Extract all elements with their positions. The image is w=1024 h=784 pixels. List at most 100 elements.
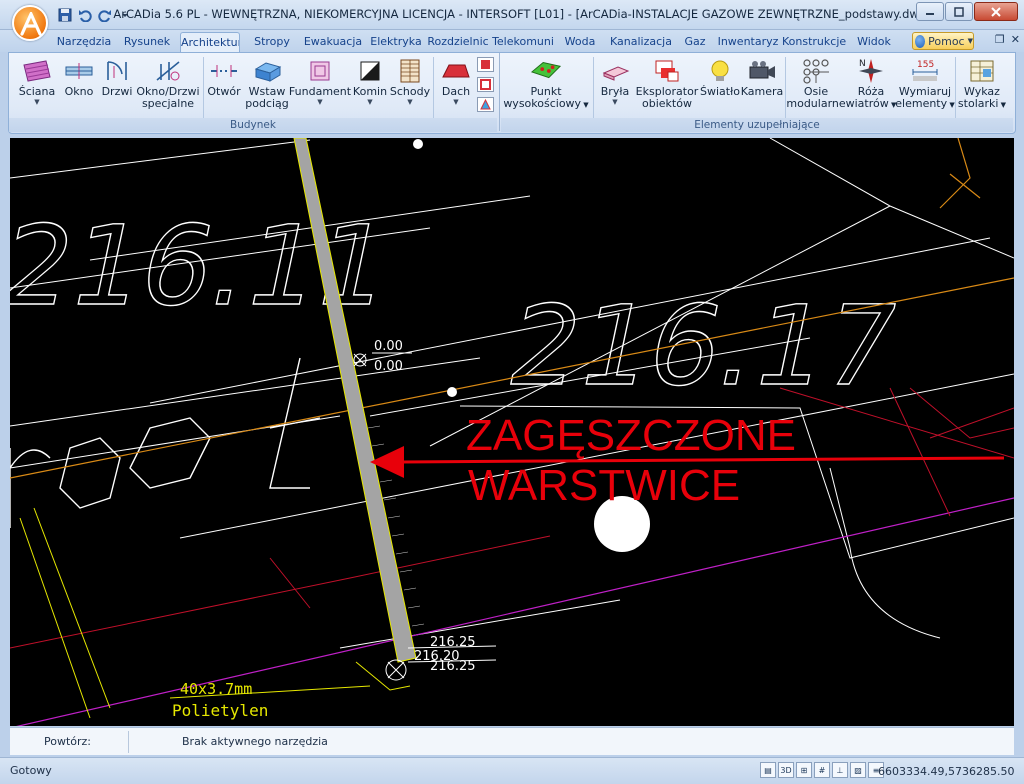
camera-button[interactable]: Kamera <box>741 56 783 98</box>
tab-architektura[interactable]: Architektura <box>180 32 240 52</box>
tab-widok[interactable]: Widok <box>852 32 896 52</box>
ribbon-tabs: Narzędzia g Rysunek Architektura Stropy … <box>0 30 1024 67</box>
help-icon <box>915 34 926 48</box>
tab-kanalizacja[interactable]: Kanalizacja <box>608 32 674 52</box>
contour-label-216-17: 216.17 <box>497 283 909 411</box>
grid-icon[interactable]: # <box>814 762 830 778</box>
tab-ewakuacja[interactable]: Ewakuacja <box>302 32 364 52</box>
level-top-text: 0.00 <box>374 339 403 354</box>
tab-inwentaryzacja[interactable]: Inwentaryz <box>716 32 780 52</box>
tab-rysunek[interactable]: Rysunek <box>120 32 174 52</box>
tab-konstrukcje[interactable]: Konstrukcje <box>782 32 846 52</box>
title-bar: ArCADia 5.6 PL - WEWNĘTRZNA, NIEKOMERCYJ… <box>0 0 1024 30</box>
dropdown-arrow-icon: ▼ <box>317 98 323 106</box>
chimney-label: Komin <box>352 85 388 98</box>
door-button[interactable]: Drzwi <box>97 56 137 98</box>
tab-stropy[interactable]: Stropy <box>250 32 294 52</box>
elevation-point-button[interactable]: Punkt wysokościowy ▼ <box>501 56 591 111</box>
minimize-button[interactable] <box>916 2 944 21</box>
object-explorer-icon <box>655 60 679 82</box>
restore-document-icon[interactable]: ❐ <box>995 33 1005 46</box>
dormer-icon[interactable] <box>477 77 494 92</box>
help-button[interactable]: Pomoc ▼ <box>912 32 974 50</box>
tab-woda[interactable]: Woda <box>560 32 600 52</box>
modular-axes-label-2: modularne <box>786 97 846 110</box>
contour-line-magenta <box>16 497 1014 726</box>
app-menu-button[interactable] <box>12 5 48 41</box>
annotation-text-line2: WARSTWICE <box>468 461 740 510</box>
beam-icon <box>254 62 282 82</box>
roof-opening-icon[interactable] <box>477 97 494 112</box>
elevation-point-icon <box>530 62 562 79</box>
object-explorer-button[interactable]: Eksplorator obiektów <box>635 56 699 110</box>
dimension-elements-button[interactable]: 155 Wymiaruj elementy ▼ <box>895 56 954 111</box>
group-label-elementy: Elementy uzupełniające <box>501 118 1013 132</box>
window-button[interactable]: Okno <box>59 56 99 98</box>
joinery-list-label-2: stolarki ▼ <box>957 97 1007 110</box>
window-icon <box>65 63 93 79</box>
annotation-text-line1: ZAGĘSZCZONE <box>466 411 796 460</box>
window-controls <box>916 2 1018 21</box>
dimension-icon: 155 <box>912 60 938 81</box>
pipe-level-text-3: 216.25 <box>430 659 476 674</box>
tab-gaz[interactable]: Gaz <box>680 32 710 52</box>
maximize-button[interactable] <box>945 2 973 21</box>
special-window-label-2: specjalne <box>141 97 195 110</box>
cursor-coordinates: 6603334.49,5736285.50 <box>878 765 1015 778</box>
wind-rose-button[interactable]: N Róża wiatrów ▼ <box>845 56 897 111</box>
window-title: ArCADia 5.6 PL - WEWNĘTRZNA, NIEKOMERCYJ… <box>113 7 931 21</box>
joinery-list-button[interactable]: Wykaz stolarki ▼ <box>957 56 1007 111</box>
view-3d-icon[interactable]: 3D <box>778 762 794 778</box>
tab-rozdzielnice[interactable]: Rozdzielnic <box>426 32 490 52</box>
wall-button[interactable]: Ściana ▼ <box>13 56 61 106</box>
status-toggles: ▤ 3D ⊞ # ⊥ ▨ ≡ <box>760 762 884 778</box>
level-bottom-text: 0.00 <box>374 359 403 374</box>
solid-button[interactable]: Bryła ▼ <box>595 56 635 106</box>
pipe-material-text: Polietylen <box>172 701 268 720</box>
group-budynek: Ściana ▼ Okno Drzwi Okno/Drzwi specjalne… <box>9 53 497 133</box>
foundation-button[interactable]: Fundament ▼ <box>288 56 352 106</box>
stairs-button[interactable]: Schody ▼ <box>389 56 431 106</box>
survey-point <box>413 139 423 149</box>
roof-window-icon[interactable] <box>477 57 494 72</box>
opening-label: Otwór <box>207 85 241 98</box>
camera-icon <box>749 61 775 79</box>
help-label: Pomoc <box>928 34 965 48</box>
status-bar: Gotowy ▤ 3D ⊞ # ⊥ ▨ ≡ 6603334.49,5736285… <box>0 757 1024 784</box>
pipe-spec-text: 40x3.7mm <box>180 680 252 698</box>
ortho-icon[interactable]: ⊥ <box>832 762 848 778</box>
pipe-level-text-1: 216.25 <box>430 635 476 650</box>
joinery-list-icon <box>970 60 994 82</box>
tab-narzedzia[interactable]: Narzędzia g <box>52 32 116 67</box>
roof-icon <box>442 64 470 78</box>
beam-button[interactable]: Wstaw podciąg <box>243 56 291 110</box>
roof-button[interactable]: Dach ▼ <box>435 56 477 106</box>
snap-icon[interactable]: ⊞ <box>796 762 812 778</box>
arcadia-logo-icon <box>20 12 42 36</box>
tab-elektryka[interactable]: Elektryka <box>369 32 423 52</box>
special-window-door-button[interactable]: Okno/Drzwi specjalne <box>135 56 201 110</box>
tab-telekomunikacja[interactable]: Telekomuni <box>492 32 554 52</box>
modular-axes-icon <box>803 59 829 84</box>
group-elementy-uzupelniajace: Punkt wysokościowy ▼ Bryła ▼ Eksplorator… <box>501 53 1013 133</box>
command-line[interactable]: Powtórz: Brak aktywnego narzędzia <box>10 727 1014 755</box>
light-label: Światło <box>700 85 740 98</box>
image-icon[interactable]: ▨ <box>850 762 866 778</box>
roof-label: Dach <box>441 85 471 98</box>
dropdown-arrow-icon: ▼ <box>367 98 373 106</box>
elevation-point-label-2: wysokościowy ▼ <box>503 97 589 110</box>
drawing-canvas[interactable]: 216.11 216.17 0.00 0.00 ZAGĘSZCZONE WARS… <box>10 138 1014 726</box>
layout-icon[interactable]: ▤ <box>760 762 776 778</box>
light-button[interactable]: Światło <box>699 56 741 98</box>
camera-label: Kamera <box>740 85 784 98</box>
close-document-icon[interactable]: ✕ <box>1011 33 1020 46</box>
chimney-icon <box>360 61 380 81</box>
opening-button[interactable]: Otwór <box>205 56 243 98</box>
cropped-contour-text <box>10 357 321 528</box>
modular-axes-button[interactable]: Osie modularne <box>786 56 846 110</box>
close-button[interactable] <box>974 2 1018 21</box>
foundation-label: Fundament <box>288 85 352 98</box>
svg-text:155: 155 <box>917 60 934 70</box>
ribbon-panel: Ściana ▼ Okno Drzwi Okno/Drzwi specjalne… <box>8 52 1016 134</box>
chimney-button[interactable]: Komin ▼ <box>349 56 391 106</box>
